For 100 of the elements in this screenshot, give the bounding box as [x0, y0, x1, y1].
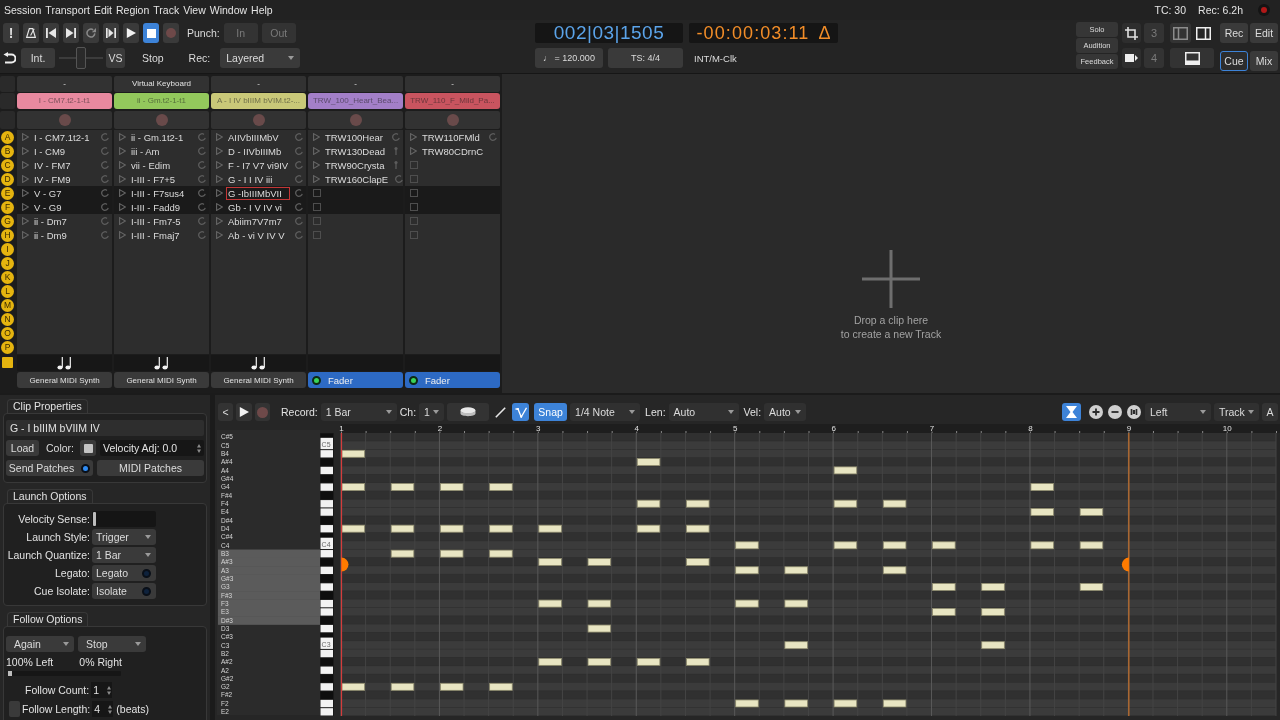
metronome-button[interactable]: [23, 23, 39, 43]
clip-slot[interactable]: ii - Gm.1t2-1: [129, 130, 193, 144]
menu-item[interactable]: Track: [153, 4, 180, 16]
track-stop-button[interactable]: [114, 111, 209, 129]
velocity-sense-track[interactable]: [92, 511, 156, 527]
midi-note[interactable]: [882, 566, 907, 575]
follow-length-field[interactable]: 4: [92, 701, 114, 717]
skip-to-end-button[interactable]: [63, 23, 79, 43]
timecode-clock[interactable]: -00:00:03:11 Δ: [689, 23, 838, 43]
length-dropdown[interactable]: Auto: [668, 403, 739, 421]
midi-note[interactable]: [833, 466, 858, 475]
midi-patches-button[interactable]: MIDI Patches: [97, 460, 204, 476]
clip-name-field[interactable]: G - I bIIIM bVIIM IV: [6, 420, 204, 436]
menu-item[interactable]: Edit: [93, 4, 112, 16]
midi-note[interactable]: [390, 483, 415, 491]
clip-slot[interactable]: I-III - F7+5: [129, 172, 193, 186]
checkbox[interactable]: [9, 701, 20, 717]
midi-note[interactable]: [735, 541, 759, 550]
shuttle-handle[interactable]: [76, 47, 86, 69]
midi-note[interactable]: [440, 524, 464, 533]
loop-button[interactable]: [83, 23, 99, 43]
scene-button[interactable]: B: [1, 144, 14, 158]
skip-to-start-button[interactable]: [43, 23, 59, 43]
clip-slot[interactable]: TRW90Crysta: [323, 158, 387, 172]
clip-slot[interactable]: F - I7 V7 vi9IV: [226, 158, 291, 172]
clip-slot[interactable]: AIIVbIIIMbV: [226, 130, 290, 144]
clip-slot[interactable]: ii - Dm7: [32, 214, 96, 228]
midi-note[interactable]: [784, 566, 808, 575]
slider-handle[interactable]: [93, 512, 96, 526]
play-button[interactable]: [236, 403, 252, 421]
plugin-button[interactable]: General MIDI Synth: [17, 372, 112, 388]
option-dropdown[interactable]: Trigger: [92, 529, 156, 545]
midi-note[interactable]: [784, 641, 808, 650]
track-name-label[interactable]: -: [405, 76, 500, 92]
midi-note[interactable]: [341, 449, 365, 458]
drop-area[interactable]: Drop a clip here to create a new Track: [502, 74, 1280, 393]
midi-note[interactable]: [686, 558, 710, 566]
stop-button[interactable]: [143, 23, 159, 43]
midi-note[interactable]: [1030, 483, 1054, 491]
slider-handle[interactable]: [8, 671, 12, 676]
menu-item[interactable]: View: [183, 4, 206, 16]
panic-button[interactable]: !: [3, 23, 19, 43]
snap-button[interactable]: Snap: [534, 403, 568, 421]
scene-button[interactable]: I: [1, 242, 14, 256]
midi-note[interactable]: [636, 499, 661, 508]
midi-note[interactable]: [587, 624, 612, 633]
midi-note[interactable]: [390, 549, 415, 558]
midi-note[interactable]: [538, 657, 562, 666]
piano-key[interactable]: [320, 466, 333, 475]
toggle-button[interactable]: [1062, 403, 1081, 421]
menu-item[interactable]: Session: [4, 4, 42, 16]
midi-note[interactable]: [882, 541, 907, 550]
insert-button[interactable]: [1122, 48, 1141, 68]
view-dropdown[interactable]: Left: [1145, 403, 1211, 421]
scene-button[interactable]: F: [1, 200, 14, 214]
clip-slot[interactable]: Ab - vi V IV V: [226, 228, 290, 242]
scene-button[interactable]: P: [1, 340, 14, 354]
midi-note[interactable]: [1079, 583, 1104, 591]
midi-note[interactable]: [538, 524, 562, 533]
clip-slot[interactable]: IV - FM7: [32, 158, 96, 172]
clip-slot[interactable]: G - I I IV iii: [226, 172, 290, 186]
play-button[interactable]: [123, 23, 139, 43]
scene-button[interactable]: M: [1, 298, 14, 312]
clip-slot[interactable]: TRW130Dead: [323, 144, 388, 158]
clip-slot[interactable]: ii - Dm9: [32, 228, 96, 242]
bottom-pane-button[interactable]: [1170, 48, 1214, 68]
menu-item[interactable]: Transport: [45, 4, 90, 16]
scene-button[interactable]: N: [1, 312, 14, 326]
zoom-fit-button[interactable]: [1126, 403, 1142, 421]
midi-note[interactable]: [735, 566, 759, 575]
clip-slot[interactable]: TRW100Hear: [323, 130, 387, 144]
track-name-label[interactable]: -: [17, 76, 112, 92]
toggle-button[interactable]: Legato: [92, 565, 156, 581]
a-button[interactable]: A: [1262, 403, 1278, 421]
scene-button[interactable]: C: [1, 158, 14, 172]
track-stop-button[interactable]: [308, 111, 403, 129]
clip-slot[interactable]: G -IbIIIMbVII: [226, 186, 290, 200]
drum-button[interactable]: [447, 403, 490, 421]
midi-note[interactable]: [440, 682, 464, 691]
midi-note[interactable]: [735, 599, 759, 608]
midi-note[interactable]: [636, 524, 661, 533]
clip-slot[interactable]: Abiim7V7m7: [226, 214, 290, 228]
loop-marker-icon[interactable]: [1121, 557, 1129, 572]
piano-key[interactable]: [320, 649, 333, 658]
menu-item[interactable]: Help: [251, 4, 273, 16]
clip-slot[interactable]: I - CM9: [32, 144, 96, 158]
send-patches-button[interactable]: Send Patches: [6, 460, 93, 476]
zoom-in-button[interactable]: [1088, 403, 1104, 421]
scene-button[interactable]: O: [1, 326, 14, 340]
track-stop-button[interactable]: [405, 111, 500, 129]
midi-note[interactable]: [981, 641, 1005, 650]
page-tab[interactable]: Edit: [1250, 23, 1278, 43]
midi-note[interactable]: [636, 458, 661, 466]
bbt-clock[interactable]: 002|03|1505: [535, 23, 683, 43]
midi-note[interactable]: [882, 699, 907, 708]
midi-note[interactable]: [538, 599, 562, 608]
probability-slider-track[interactable]: [8, 671, 121, 676]
channel-dropdown[interactable]: 1: [419, 403, 445, 421]
scene-button[interactable]: L: [1, 284, 14, 298]
record-length-dropdown[interactable]: 1 Bar: [320, 403, 397, 421]
